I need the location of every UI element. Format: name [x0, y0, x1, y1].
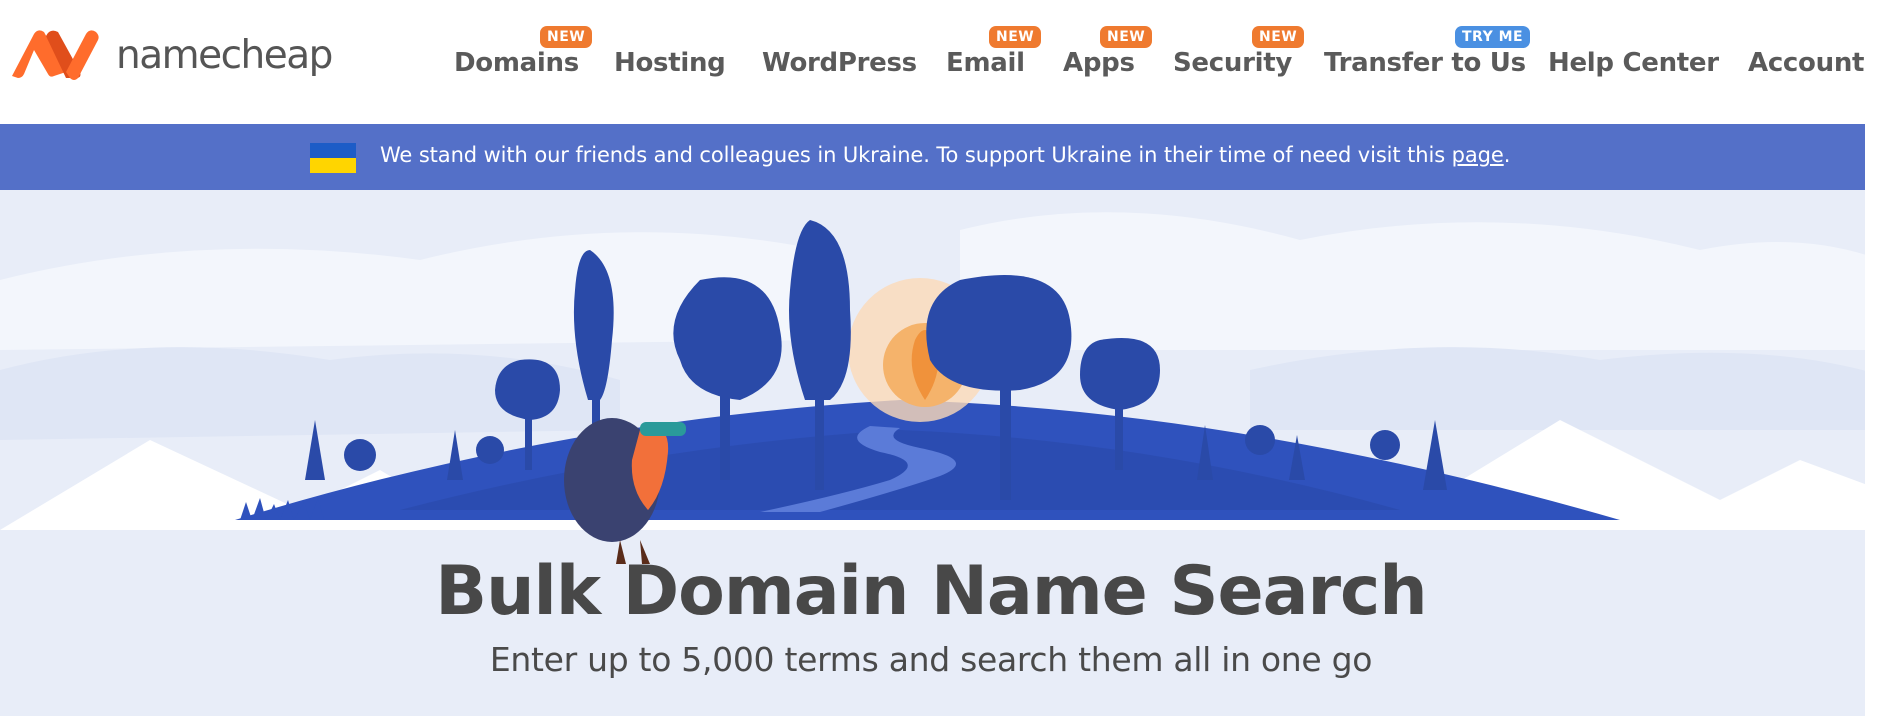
ukraine-support-banner: We stand with our friends and colleagues… [0, 124, 1881, 190]
nav-hosting[interactable]: Hosting [614, 48, 726, 78]
nav-domains[interactable]: Domains [454, 48, 579, 78]
transfer-try-me-badge: TRY ME [1455, 26, 1531, 48]
nav-transfer-to-us[interactable]: Transfer to Us [1324, 48, 1526, 78]
banner-suffix: . [1503, 143, 1511, 167]
hero-section: Bulk Domain Name Search Enter up to 5,00… [0, 190, 1881, 716]
banner-text: We stand with our friends and colleagues… [380, 143, 1452, 167]
ukraine-flag-icon [310, 143, 356, 173]
domains-new-badge: NEW [540, 26, 593, 48]
nav-apps[interactable]: Apps [1063, 48, 1135, 78]
hero-subtitle: Enter up to 5,000 terms and search them … [489, 640, 1373, 679]
main-nav: NEW Domains Hosting WordPress NEW Email … [0, 0, 1881, 124]
apps-new-badge: NEW [1100, 26, 1153, 48]
hero-illustration [0, 190, 1881, 716]
nav-email[interactable]: Email [946, 48, 1025, 78]
banner-message: We stand with our friends and colleagues… [380, 143, 1510, 167]
site-header: namecheap NEW Domains Hosting WordPress … [0, 0, 1881, 124]
nav-account[interactable]: Account [1748, 48, 1864, 78]
hero-title: Bulk Domain Name Search [435, 552, 1427, 631]
nav-wordpress[interactable]: WordPress [762, 48, 917, 78]
email-new-badge: NEW [989, 26, 1042, 48]
page-right-edge [1865, 124, 1881, 716]
security-new-badge: NEW [1252, 26, 1305, 48]
nav-security[interactable]: Security [1173, 48, 1292, 78]
banner-page-link[interactable]: page [1452, 143, 1504, 167]
nav-help-center[interactable]: Help Center [1548, 48, 1719, 78]
